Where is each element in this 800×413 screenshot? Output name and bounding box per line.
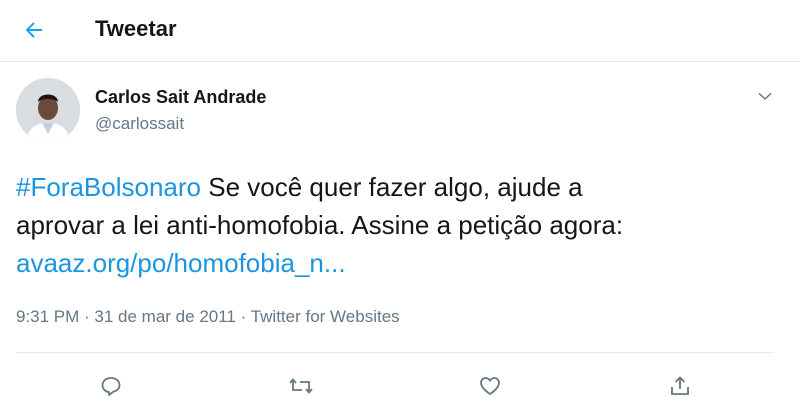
- back-button[interactable]: [16, 12, 52, 48]
- reply-icon: [101, 377, 121, 396]
- like-icon: [480, 377, 500, 395]
- meta-separator-2: ·: [235, 307, 251, 326]
- chevron-down-icon: [758, 92, 772, 101]
- tweet-text: #ForaBolsonaro Se você quer fazer algo, …: [16, 168, 776, 282]
- tweet-line-2: aprovar a lei anti-homofobia. Assine a p…: [16, 210, 624, 240]
- tweet-line-1: #ForaBolsonaro Se você quer fazer algo, …: [16, 168, 776, 206]
- tweet-meta: 9:31 PM · 31 de mar de 2011 · Twitter fo…: [16, 307, 400, 327]
- reply-button[interactable]: [91, 366, 131, 406]
- like-button[interactable]: [470, 366, 510, 406]
- meta-separator: ·: [79, 307, 95, 326]
- tweet-line-3: avaaz.org/po/homofobia_n...: [16, 244, 776, 282]
- avatar-photo: [16, 78, 80, 142]
- tweet-time[interactable]: 9:31 PM: [16, 307, 79, 326]
- tweet-text-part-1: Se você quer fazer algo, ajude a: [201, 172, 583, 202]
- author-name[interactable]: Carlos Sait Andrade: [95, 87, 266, 108]
- hashtag-link[interactable]: #ForaBolsonaro: [16, 172, 201, 202]
- retweet-icon: [289, 378, 313, 394]
- share-button[interactable]: [660, 366, 700, 406]
- retweet-button[interactable]: [281, 366, 321, 406]
- tweet-date[interactable]: 31 de mar de 2011: [94, 307, 235, 326]
- author-handle[interactable]: @carlossait: [95, 114, 184, 134]
- more-options-button[interactable]: [751, 82, 779, 110]
- tweet-source[interactable]: Twitter for Websites: [251, 307, 400, 326]
- page-title: Tweetar: [95, 16, 177, 41]
- header-bar: Tweetar: [0, 0, 800, 62]
- share-icon: [671, 376, 689, 395]
- arrow-left-icon: [25, 22, 42, 38]
- divider: [16, 352, 774, 353]
- avatar[interactable]: [16, 78, 80, 142]
- url-link[interactable]: avaaz.org/po/homofobia_n...: [16, 248, 346, 278]
